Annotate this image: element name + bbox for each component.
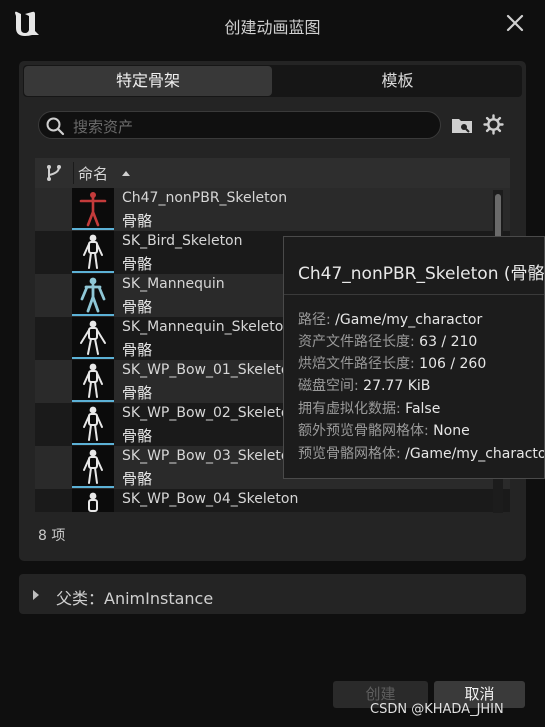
- watermark: CSDN @KHADA_JHIN: [370, 702, 504, 717]
- list-header: 命名: [35, 158, 510, 188]
- thumbnail: [72, 403, 114, 445]
- tooltip-value: False: [405, 401, 441, 417]
- item-type: 骨骼: [122, 212, 153, 230]
- search-icon: [46, 117, 65, 136]
- thumbnail: [72, 489, 114, 512]
- item-name: SK_Mannequin: [122, 276, 225, 292]
- tooltip-key: 额外预览骨骼网格体:: [298, 423, 434, 439]
- item-type: 骨骼: [122, 511, 152, 512]
- item-name: SK_WP_Bow_03_Skeleton: [122, 448, 299, 464]
- tooltip-value: /Game/my_charactor: [405, 446, 545, 462]
- skeleton-icon: [83, 449, 103, 484]
- column-name-header[interactable]: 命名: [78, 163, 108, 184]
- tooltip-key: 烘焙文件路径长度:: [298, 356, 420, 372]
- thumbnail: [72, 188, 114, 230]
- item-name: SK_WP_Bow_04_Skeleton: [122, 491, 299, 507]
- tooltip-value: /Game/my_charactor: [335, 312, 483, 328]
- folder-icon[interactable]: [451, 116, 473, 134]
- gear-icon[interactable]: [483, 114, 504, 135]
- tooltip-key: 预览骨骼网格体:: [298, 446, 406, 462]
- item-type: 骨骼: [122, 298, 153, 316]
- expand-arrow-icon[interactable]: [32, 589, 40, 601]
- item-type: 骨骼: [122, 255, 153, 273]
- tooltip-row: 额外预览骨骼网格体: None: [298, 420, 470, 440]
- item-name: SK_Bird_Skeleton: [122, 233, 243, 249]
- tooltip-key: 路径:: [298, 312, 336, 328]
- item-name: Ch47_nonPBR_Skeleton: [122, 190, 288, 206]
- tooltip-value: 106 / 260: [419, 356, 487, 372]
- tooltip-value: None: [433, 423, 470, 439]
- window-title: 创建动画蓝图: [224, 18, 321, 37]
- list-item[interactable]: Ch47_nonPBR_Skeleton 骨骼: [35, 188, 510, 231]
- mannequin-icon: [80, 277, 106, 313]
- header-divider: [73, 162, 74, 184]
- tab-template[interactable]: 模板: [273, 66, 522, 96]
- tooltip-value: 63 / 210: [419, 334, 478, 350]
- close-icon[interactable]: [504, 12, 526, 34]
- tooltip-row: 磁盘空间: 27.77 KiB: [298, 375, 430, 395]
- item-name: SK_WP_Bow_01_Skeleton: [122, 362, 299, 378]
- tooltip-row: 路径: /Game/my_charactor: [298, 309, 482, 329]
- tooltip-key: 拥有虚拟化数据:: [298, 401, 406, 417]
- tab-bar: 特定骨架 模板: [23, 65, 522, 97]
- branch-icon[interactable]: [45, 164, 63, 182]
- skeleton-icon: [83, 406, 103, 441]
- list-item[interactable]: SK_WP_Bow_04_Skeleton 骨骼: [35, 489, 510, 512]
- tooltip-row: 烘焙文件路径长度: 106 / 260: [298, 353, 486, 373]
- red-figure-icon: [79, 192, 107, 227]
- tooltip-row: 预览骨骼网格体: /Game/my_charactor: [298, 443, 545, 463]
- skeleton-icon: [83, 363, 103, 398]
- parent-class-section[interactable]: 父类：AnimInstance: [19, 574, 526, 614]
- tooltip-key: 资产文件路径长度:: [298, 334, 420, 350]
- thumbnail: [72, 446, 114, 488]
- thumbnail: [72, 274, 114, 316]
- thumbnail: [72, 317, 114, 359]
- tooltip-key: 磁盘空间:: [298, 378, 364, 394]
- skeleton-icon: [88, 492, 98, 512]
- parent-class-label: 父类：AnimInstance: [56, 589, 214, 608]
- search-placeholder: 搜索资产: [73, 118, 134, 136]
- item-name: SK_WP_Bow_02_Skeleton: [122, 405, 299, 421]
- item-type: 骨骼: [122, 384, 153, 402]
- title-bar: 创建动画蓝图: [0, 0, 545, 50]
- item-type: 骨骼: [122, 470, 153, 488]
- tab-specific-skeleton[interactable]: 特定骨架: [24, 66, 272, 96]
- tooltip-row: 资产文件路径长度: 63 / 210: [298, 331, 477, 351]
- item-name: SK_Mannequin_Skeleton: [122, 319, 293, 335]
- tooltip-title: Ch47_nonPBR_Skeleton (骨骼): [298, 264, 545, 284]
- item-type: 骨骼: [122, 427, 153, 445]
- skeleton-icon: [83, 234, 103, 269]
- asset-tooltip: Ch47_nonPBR_Skeleton (骨骼) 路径: /Game/my_c…: [283, 236, 545, 479]
- item-count: 8 项: [38, 528, 66, 544]
- search-input[interactable]: 搜索资产: [38, 111, 441, 139]
- skeleton-icon: [80, 320, 106, 355]
- thumbnail: [72, 231, 114, 273]
- thumbnail: [72, 360, 114, 402]
- tooltip-row: 拥有虚拟化数据: False: [298, 398, 440, 418]
- tooltip-header: Ch47_nonPBR_Skeleton (骨骼): [284, 237, 545, 295]
- sort-ascending-icon[interactable]: [121, 169, 131, 177]
- item-type: 骨骼: [122, 341, 153, 359]
- tooltip-value: 27.77 KiB: [363, 378, 431, 394]
